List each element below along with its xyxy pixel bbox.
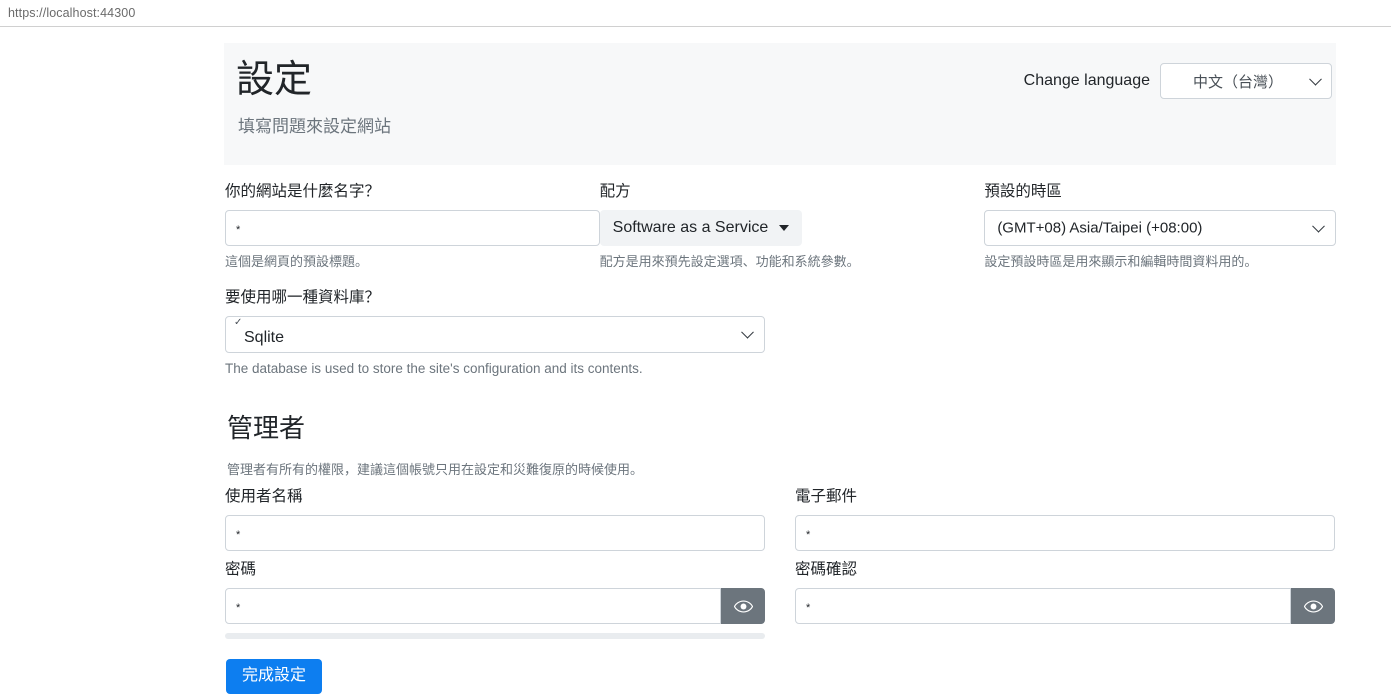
chevron-down-icon xyxy=(741,326,754,339)
form-row-general: 你的網站是什麼名字？ 這個是網頁的預設標題。 配方 Software as a … xyxy=(225,182,1336,271)
recipe-dropdown-button[interactable]: Software as a Service xyxy=(599,210,803,247)
email-input[interactable] xyxy=(795,515,1335,552)
check-icon: ✓ xyxy=(234,316,243,328)
field-password-confirm: 密碼確認 xyxy=(795,560,1335,639)
language-select-value: 中文（台灣） xyxy=(1192,73,1283,91)
username-label: 使用者名稱 xyxy=(225,488,303,506)
field-site-name: 你的網站是什麼名字？ 這個是網頁的預設標題。 xyxy=(225,182,600,271)
admin-section-heading: 管理者 xyxy=(227,413,306,444)
field-database: 要使用哪一種資料庫？ ✓ Sqlite The database is used… xyxy=(225,288,765,378)
browser-url-bar[interactable]: https://localhost:44300 xyxy=(0,0,1391,27)
password-input-group xyxy=(225,588,765,625)
database-label: 要使用哪一種資料庫？ xyxy=(225,288,381,306)
timezone-help: 設定預設時區是用來顯示和編輯時間資料用的。 xyxy=(984,254,1258,270)
eye-icon xyxy=(1303,600,1323,613)
site-name-label: 你的網站是什麼名字？ xyxy=(225,183,381,200)
admin-section-description: 管理者有所有的權限，建議這個帳號只用在設定和災難復原的時候使用。 xyxy=(227,462,644,478)
timezone-select-value: (GMT+08) Asia/Taipei (+08:00) xyxy=(997,219,1203,237)
recipe-help: 配方是用來預先設定選項、功能和系統參數。 xyxy=(599,254,860,270)
form-row-credentials: 使用者名稱 電子郵件 xyxy=(225,487,1336,552)
chevron-down-icon xyxy=(1312,219,1325,233)
caret-down-icon xyxy=(779,225,790,232)
eye-icon xyxy=(733,600,753,613)
form-row-passwords: 密碼 密碼確認 xyxy=(225,560,1336,640)
language-switcher: Change language 中文（台灣） xyxy=(1024,63,1332,99)
field-recipe: 配方 Software as a Service 配方是用來預先設定選項、功能和… xyxy=(599,182,985,271)
field-email: 電子郵件 xyxy=(795,487,1335,552)
password-confirm-input-group xyxy=(795,588,1335,625)
site-name-input[interactable] xyxy=(225,210,600,247)
field-username: 使用者名稱 xyxy=(225,487,765,552)
database-select-value: Sqlite xyxy=(244,328,285,346)
page-header-panel: 設定 填寫問題來設定網站 Change language 中文（台灣） xyxy=(224,43,1336,165)
database-select[interactable]: ✓ Sqlite xyxy=(225,315,765,353)
page-subtitle: 填寫問題來設定網站 xyxy=(238,116,391,136)
form-actions: 完成設定 xyxy=(225,659,1336,695)
url-text: https://localhost:44300 xyxy=(8,6,136,20)
finish-setup-button[interactable]: 完成設定 xyxy=(226,659,323,695)
change-language-label: Change language xyxy=(1023,72,1150,89)
password-confirm-input[interactable] xyxy=(795,588,1291,625)
recipe-dropdown-value: Software as a Service xyxy=(612,219,769,237)
form-row-database: 要使用哪一種資料庫？ ✓ Sqlite The database is used… xyxy=(225,288,1336,378)
toggle-password-visibility-button[interactable] xyxy=(721,588,765,625)
username-input[interactable] xyxy=(225,515,765,552)
password-label: 密碼 xyxy=(225,561,257,579)
toggle-password-confirm-visibility-button[interactable] xyxy=(1291,588,1335,625)
language-select[interactable]: 中文（台灣） xyxy=(1160,63,1332,99)
site-name-help: 這個是網頁的預設標題。 xyxy=(225,254,369,270)
timezone-label: 預設的時區 xyxy=(984,183,1062,200)
recipe-label: 配方 xyxy=(599,183,631,200)
password-input[interactable] xyxy=(225,588,721,625)
password-confirm-label: 密碼確認 xyxy=(795,561,858,579)
setup-page: 設定 填寫問題來設定網站 Change language 中文（台灣） 你的網站… xyxy=(224,43,1336,695)
timezone-select[interactable]: (GMT+08) Asia/Taipei (+08:00) xyxy=(984,210,1336,247)
field-timezone: 預設的時區 (GMT+08) Asia/Taipei (+08:00) 設定預設… xyxy=(984,182,1336,271)
database-help: The database is used to store the site's… xyxy=(225,360,643,376)
setup-form: 你的網站是什麼名字？ 這個是網頁的預設標題。 配方 Software as a … xyxy=(224,182,1336,695)
email-label: 電子郵件 xyxy=(795,488,858,506)
chevron-down-icon xyxy=(1309,72,1322,86)
field-password: 密碼 xyxy=(225,560,765,640)
password-strength-meter xyxy=(225,633,765,640)
